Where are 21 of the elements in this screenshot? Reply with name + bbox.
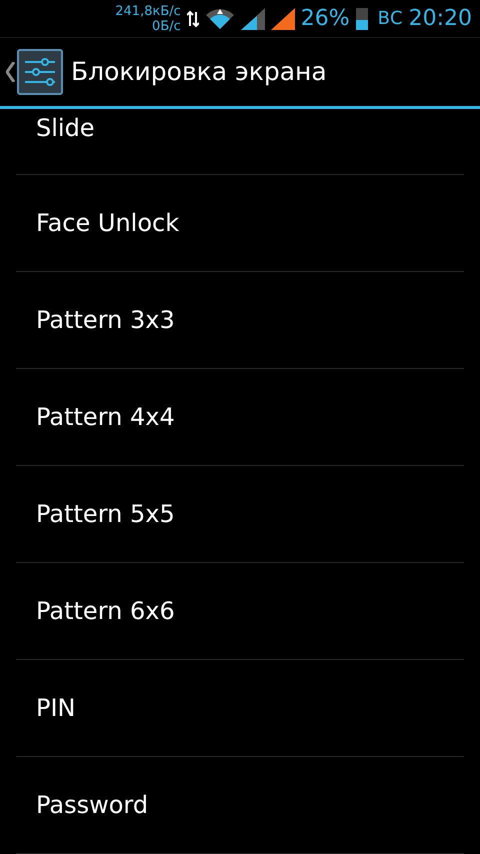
lock-option[interactable]: Pattern 5x5: [16, 466, 464, 563]
lock-option[interactable]: Pattern 3x3: [16, 272, 464, 369]
lock-option[interactable]: Pattern 6x6: [16, 563, 464, 660]
clock: 20:20: [408, 5, 472, 33]
signal-icon: [240, 8, 265, 30]
wifi-icon: [204, 8, 235, 30]
day-label: ВС: [378, 7, 403, 31]
lock-option[interactable]: Slide: [16, 109, 464, 175]
upload-speed: 0Б/с: [152, 18, 181, 34]
lock-option[interactable]: Password: [16, 757, 464, 854]
back-chevron-icon: [6, 62, 15, 82]
signal-icon: [270, 8, 295, 30]
battery-icon: [356, 8, 368, 30]
settings-sliders-icon: [17, 49, 63, 95]
battery-percent: 26%: [300, 5, 350, 33]
data-arrows-icon: [186, 10, 199, 28]
screen-title: Блокировка экрана: [71, 56, 327, 88]
lock-option[interactable]: Pattern 4x4: [16, 369, 464, 466]
lock-option[interactable]: Face Unlock: [16, 175, 464, 272]
download-speed: 241,8кБ/с: [115, 4, 181, 18]
lock-option[interactable]: PIN: [16, 660, 464, 757]
